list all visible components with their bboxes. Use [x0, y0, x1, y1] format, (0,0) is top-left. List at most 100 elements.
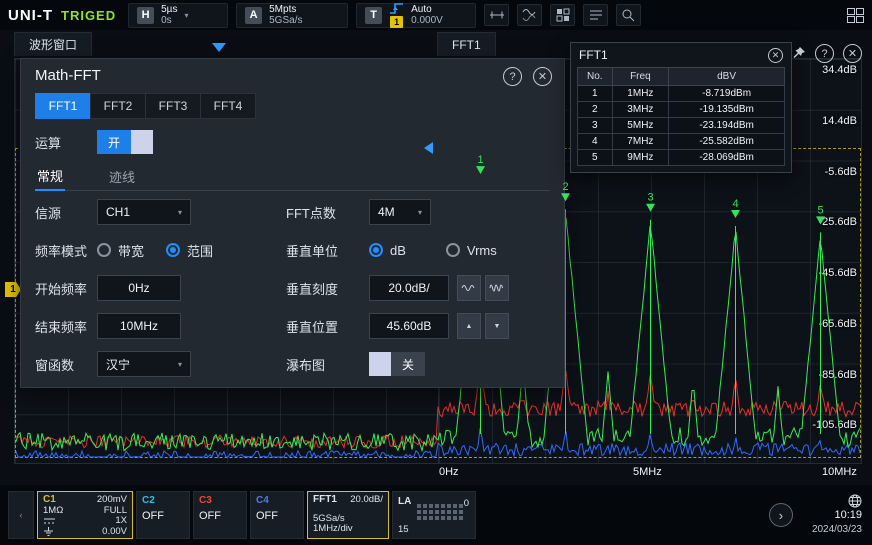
help-icon[interactable]: ?: [815, 44, 834, 63]
tab-fft4[interactable]: FFT4: [200, 93, 256, 119]
radio-vrms[interactable]: Vrms: [446, 243, 497, 258]
trigger-control[interactable]: T 1 Auto 0.000V: [356, 3, 476, 28]
channel-offset: 0.00V: [102, 527, 127, 538]
source-label: 信源: [35, 199, 61, 225]
table-header-cell: Freq: [612, 68, 669, 86]
trace-name: FFT1: [313, 495, 337, 506]
display-area: 波形窗口 FFT1 34.4dB14.4dB-5.6dB-25.6dB-45.6…: [0, 30, 872, 485]
fft1-trace-block[interactable]: FFT120.0dB/ 5GSa/s 1MHz/div: [307, 491, 389, 539]
table-cell: 2: [578, 102, 613, 118]
close-icon[interactable]: ✕: [843, 44, 862, 63]
source-dropdown[interactable]: CH1▾: [97, 199, 191, 225]
toggle-off-label: 关: [391, 352, 425, 376]
table-row[interactable]: 11MHz-8.719dBm: [578, 86, 785, 102]
subtab-trace[interactable]: 迹线: [107, 161, 137, 191]
start-freq-input[interactable]: 0Hz: [97, 275, 181, 301]
db-scale-label: 14.4dB: [822, 115, 857, 127]
vertical-position-label: 垂直位置: [286, 313, 338, 339]
scale-fine-button[interactable]: [485, 275, 509, 301]
channel-c1-block[interactable]: C1200mV 1MΩFULL 1X 0.00V: [37, 491, 133, 539]
globe-icon[interactable]: [848, 494, 862, 508]
tab-fft2[interactable]: FFT2: [90, 93, 146, 119]
end-freq-label: 结束频率: [35, 313, 87, 339]
close-icon[interactable]: ✕: [768, 48, 783, 63]
channel-c4-block[interactable]: C4 OFF: [250, 491, 304, 539]
events-list-icon[interactable]: [583, 4, 608, 26]
ground-icon: [43, 527, 54, 536]
tab-waveform-window[interactable]: 波形窗口: [14, 32, 92, 56]
xy-display-icon[interactable]: [517, 4, 542, 26]
acquire-control[interactable]: A 5Mpts 5GSa/s: [236, 3, 348, 28]
chevron-down-icon: ▾: [184, 11, 188, 20]
acquire-key: A: [245, 7, 262, 24]
operation-label: 运算: [35, 129, 61, 155]
expand-button[interactable]: ›: [769, 503, 793, 527]
radio-range[interactable]: 范围: [166, 241, 213, 260]
table-cell: 7MHz: [612, 134, 669, 150]
toggle-on-label: 开: [97, 130, 131, 154]
fft-trace-pointer[interactable]: [424, 142, 433, 154]
subtab-general[interactable]: 常规: [35, 161, 65, 191]
scale-coarse-button[interactable]: [457, 275, 481, 301]
waterfall-label: 瀑布图: [286, 351, 325, 377]
tab-fft1-window[interactable]: FFT1: [437, 32, 496, 56]
dialog-title: Math-FFT: [35, 67, 101, 84]
la-bit-low: 15: [398, 524, 409, 535]
timebase-value: 5µs: [161, 4, 177, 15]
fft-results-window[interactable]: FFT1 ✕ No.FreqdBV 11MHz-8.719dBm23MHz-19…: [570, 42, 792, 173]
vertical-scale-input[interactable]: 20.0dB/: [369, 275, 449, 301]
vertical-scale-label: 垂直刻度: [286, 275, 338, 301]
position-up-button[interactable]: ▲: [457, 313, 481, 339]
logic-analyzer-block[interactable]: LA 0 15: [392, 491, 476, 539]
table-cell: 1MHz: [612, 86, 669, 102]
fft-points-dropdown[interactable]: 4M▾: [369, 199, 431, 225]
operation-toggle[interactable]: 开: [97, 130, 153, 154]
measure-icon[interactable]: [484, 4, 509, 26]
vertical-unit-label: 垂直单位: [286, 237, 338, 263]
radio-selected-icon: [166, 243, 180, 257]
table-row[interactable]: 23MHz-19.135dBm: [578, 102, 785, 118]
vertical-unit-options: dB Vrms: [369, 237, 497, 263]
horizontal-control[interactable]: H 5µs 0s ▾: [128, 3, 228, 28]
channel-c2-block[interactable]: C2 OFF: [136, 491, 190, 539]
table-cell: 3: [578, 118, 613, 134]
chevron-down-icon: ▾: [178, 208, 182, 217]
freq-axis-label: 10MHz: [822, 466, 857, 478]
horizontal-position-marker[interactable]: [212, 43, 226, 52]
tab-fft1[interactable]: FFT1: [35, 93, 91, 119]
close-icon[interactable]: ✕: [533, 67, 552, 86]
fft-peak-table: No.FreqdBV 11MHz-8.719dBm23MHz-19.135dBm…: [577, 67, 785, 166]
radio-db[interactable]: dB: [369, 243, 406, 258]
search-icon[interactable]: [616, 4, 641, 26]
table-row[interactable]: 35MHz-23.194dBm: [578, 118, 785, 134]
vertical-position-input[interactable]: 45.60dB: [369, 313, 449, 339]
trigger-status-badge: TRIGED: [61, 8, 116, 23]
mask-test-icon[interactable]: [550, 4, 575, 26]
channel-c3-block[interactable]: C3 OFF: [193, 491, 247, 539]
table-row[interactable]: 59MHz-28.069dBm: [578, 150, 785, 166]
position-down-button[interactable]: ▼: [485, 313, 509, 339]
la-bit-high: 0: [464, 498, 469, 509]
channel-scale: 200mV: [97, 495, 127, 506]
fft-tab-bar: FFT1 FFT2 FFT3 FFT4: [35, 93, 255, 119]
window-fn-dropdown[interactable]: 汉宁▾: [97, 351, 191, 377]
pin-icon[interactable]: [791, 46, 806, 61]
brand-logo: UNI-T: [8, 7, 53, 24]
channel-state: OFF: [142, 510, 184, 522]
radio-bandwidth[interactable]: 带宽: [97, 241, 144, 260]
la-bit-grid: [417, 504, 464, 521]
horizontal-key: H: [137, 7, 154, 24]
window-layout-icon[interactable]: [847, 8, 864, 23]
trigger-key: T: [365, 7, 382, 24]
horizontal-offset-value: 0s: [161, 15, 177, 26]
pane-controls: ? ✕: [791, 44, 862, 63]
end-freq-input[interactable]: 10MHz: [97, 313, 181, 339]
tab-fft3[interactable]: FFT3: [145, 93, 201, 119]
table-cell: 9MHz: [612, 150, 669, 166]
help-icon[interactable]: ?: [503, 67, 522, 86]
table-cell: 5: [578, 150, 613, 166]
table-row[interactable]: 47MHz-25.582dBm: [578, 134, 785, 150]
collapse-button[interactable]: ‹: [8, 491, 34, 539]
waterfall-toggle[interactable]: 关: [369, 352, 425, 376]
sample-rate-value: 5GSa/s: [269, 15, 302, 26]
